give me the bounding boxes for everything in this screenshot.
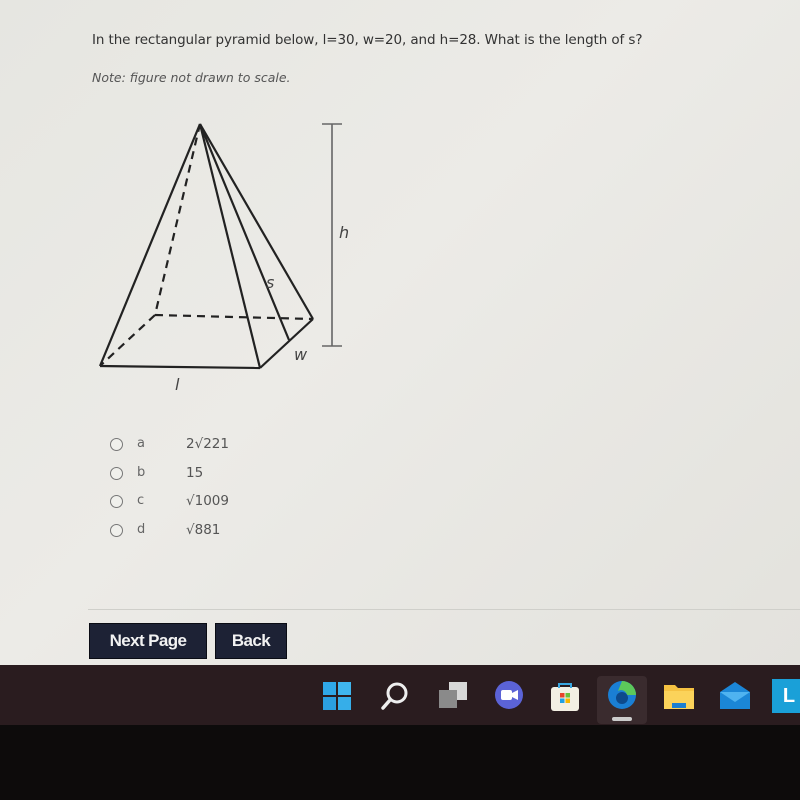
label-s: s <box>266 273 274 292</box>
screen: In the rectangular pyramid below, l=30, … <box>0 0 800 665</box>
choice-value: 2√221 <box>186 436 229 452</box>
answer-choices: a 2√221 b 15 c √1009 d √881 <box>108 436 308 553</box>
edge-left <box>98 123 202 367</box>
hidden-base-back <box>154 313 314 321</box>
choice-a[interactable]: a 2√221 <box>108 436 308 467</box>
pyramid-figure: h s w l <box>98 123 349 394</box>
edge-icon[interactable] <box>605 679 639 713</box>
start-icon[interactable] <box>320 679 354 713</box>
teams-chat-icon[interactable] <box>492 679 526 713</box>
label-w: w <box>294 345 308 364</box>
hidden-base-left <box>99 314 156 367</box>
choice-letter: a <box>137 436 145 451</box>
label-l: l <box>175 375 180 394</box>
next-page-button[interactable]: Next Page <box>89 623 207 659</box>
task-view-icon[interactable] <box>436 679 470 713</box>
back-button[interactable]: Back <box>215 623 287 659</box>
active-indicator <box>612 717 632 721</box>
choice-value: √1009 <box>186 493 229 509</box>
question-text: In the rectangular pyramid below, l=30, … <box>92 32 643 48</box>
taskbar: L <box>0 665 800 725</box>
choice-letter: b <box>137 464 146 480</box>
mail-icon[interactable] <box>718 679 752 713</box>
app-icon[interactable]: L <box>772 679 800 713</box>
divider <box>88 609 800 610</box>
choice-b[interactable]: b 15 <box>108 464 308 496</box>
choice-value: 15 <box>186 464 204 481</box>
search-icon[interactable] <box>378 679 412 713</box>
file-explorer-icon[interactable] <box>662 679 696 713</box>
choice-letter: d <box>137 521 146 537</box>
radio-button[interactable] <box>110 466 123 480</box>
base-front <box>99 364 261 370</box>
label-h: h <box>339 223 349 242</box>
choice-value: √881 <box>186 521 221 538</box>
radio-button[interactable] <box>110 523 123 537</box>
radio-button[interactable] <box>110 438 123 451</box>
hidden-edge-back <box>153 123 202 316</box>
figure-note: Note: figure not drawn to scale. <box>92 70 291 85</box>
screen-bezel <box>0 725 800 800</box>
radio-button[interactable] <box>110 495 123 508</box>
store-icon[interactable] <box>548 679 582 713</box>
choice-d[interactable]: d √881 <box>108 521 308 553</box>
choice-c[interactable]: c √1009 <box>108 493 308 524</box>
choice-letter: c <box>137 493 145 508</box>
edge-back-right <box>199 123 314 320</box>
